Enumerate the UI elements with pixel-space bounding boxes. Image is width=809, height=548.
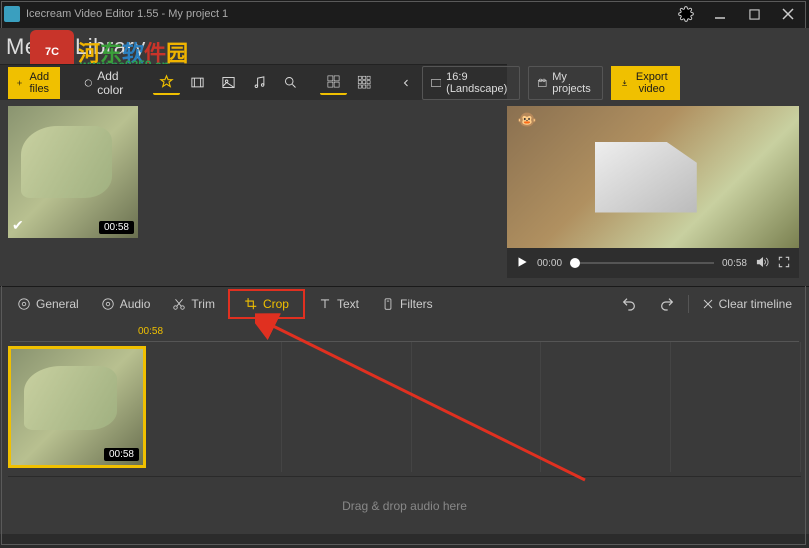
search-button[interactable] (277, 71, 304, 94)
current-time: 00:00 (537, 258, 562, 269)
total-time: 00:58 (722, 258, 747, 269)
close-button[interactable] (771, 0, 805, 28)
timeline-area: 00:58 00:58 Drag & drop audio here (0, 320, 809, 534)
fullscreen-button[interactable] (777, 255, 791, 272)
filter-audio-button[interactable] (246, 71, 273, 94)
monkey-emoji-icon: 🐵 (517, 110, 537, 130)
audio-track[interactable]: Drag & drop audio here (8, 476, 801, 534)
minimize-button[interactable] (703, 0, 737, 28)
tab-crop[interactable]: Crop (228, 289, 305, 319)
edit-tabs-bar: General Audio Trim Crop Text Filters Cle… (0, 286, 809, 320)
maximize-button[interactable] (737, 0, 771, 28)
preview-video[interactable]: 🐵 (507, 106, 799, 248)
video-track[interactable]: 00:58 (0, 342, 809, 472)
preview-controls: 00:00 00:58 (507, 248, 799, 278)
timeline-grid (152, 342, 801, 472)
add-files-button[interactable]: Add files (8, 67, 60, 99)
view-large-button[interactable] (320, 70, 347, 95)
tab-trim[interactable]: Trim (163, 292, 224, 316)
tab-text[interactable]: Text (309, 292, 368, 316)
timeline-clip[interactable]: 00:58 (8, 346, 146, 468)
titlebar: Icecream Video Editor 1.55 - My project … (0, 0, 809, 28)
chevron-left-button[interactable] (394, 73, 418, 93)
view-small-button[interactable] (351, 71, 378, 94)
check-icon: ✔ (12, 217, 24, 234)
filter-image-button[interactable] (215, 71, 242, 94)
filter-favorites-button[interactable] (153, 70, 180, 95)
tab-filters[interactable]: Filters (372, 292, 442, 316)
audio-drop-hint: Drag & drop audio here (342, 499, 467, 513)
ruler-time-label: 00:58 (138, 326, 163, 337)
play-button[interactable] (515, 255, 529, 272)
redo-button[interactable] (650, 291, 684, 317)
main-toolbar: Add files Add color (0, 64, 507, 100)
clip-duration-badge: 00:58 (104, 448, 139, 461)
my-projects-button[interactable]: My projects (528, 66, 604, 100)
clear-timeline-button[interactable]: Clear timeline (693, 292, 801, 316)
tab-audio[interactable]: Audio (92, 292, 160, 316)
duration-badge: 00:58 (99, 221, 134, 234)
window-title: Icecream Video Editor 1.55 - My project … (26, 8, 228, 20)
aspect-ratio-button[interactable]: 16:9 (Landscape) (422, 66, 520, 100)
progress-slider[interactable] (570, 262, 714, 264)
add-color-button[interactable]: Add color (76, 65, 137, 101)
preview-pane: 🐵 00:00 00:58 (507, 106, 799, 278)
thumbnail-image (8, 106, 138, 238)
filter-video-button[interactable] (184, 71, 211, 94)
app-icon (4, 6, 20, 22)
undo-button[interactable] (612, 291, 646, 317)
settings-button[interactable] (669, 0, 703, 28)
media-library-pane: Media Library 7C 河东软件园 www.pc0359.cn Add… (0, 28, 507, 286)
time-ruler[interactable]: 00:58 (0, 320, 809, 342)
export-video-button[interactable]: Export video (611, 66, 680, 100)
volume-button[interactable] (755, 255, 769, 272)
tab-general[interactable]: General (8, 292, 88, 316)
media-thumbnail[interactable]: ✔ 00:58 (8, 106, 138, 238)
